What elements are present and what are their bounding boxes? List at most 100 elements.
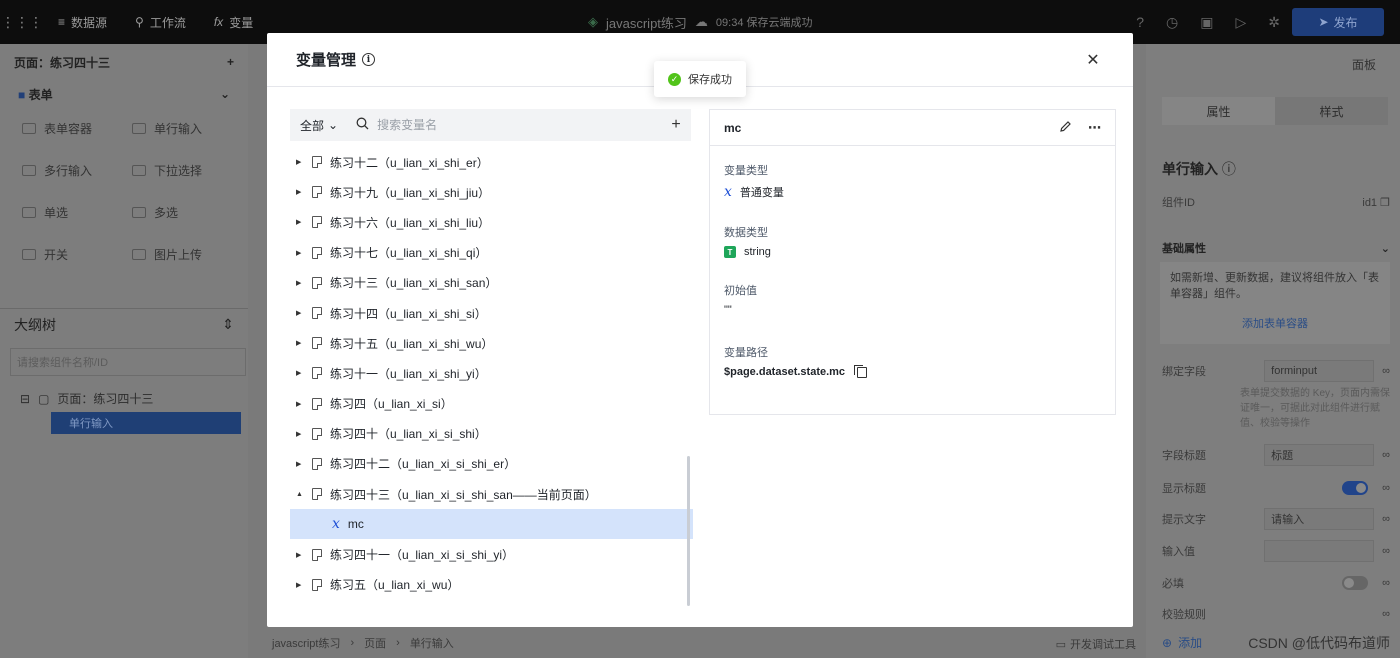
expand-collapse-icon: ⇕: [222, 316, 234, 332]
breadcrumb-item[interactable]: javascript练习: [272, 635, 340, 651]
show-title-toggle[interactable]: [1342, 481, 1369, 495]
placeholder-row: 提示文字 请输入 ∞: [1162, 508, 1390, 530]
component-item[interactable]: 多行输入: [14, 158, 124, 182]
show-title-row: 显示标题 ∞: [1162, 480, 1390, 496]
link-icon[interactable]: ∞: [1382, 608, 1390, 620]
link-icon[interactable]: ∞: [1382, 482, 1390, 494]
caret-right-icon: ▶: [296, 310, 302, 318]
component-item[interactable]: 开关: [14, 242, 124, 266]
component-item[interactable]: 表单容器: [14, 116, 124, 140]
dev-tools-button[interactable]: ▭ 开发调试工具: [1056, 636, 1136, 652]
panel-label[interactable]: 面板: [1352, 56, 1376, 73]
search-input[interactable]: [377, 118, 638, 132]
tree-scrollbar[interactable]: [687, 456, 690, 606]
tab-styles[interactable]: 样式: [1275, 97, 1388, 125]
tree-node-label: 练习十七（u_lian_xi_shi_qi）: [330, 246, 488, 261]
plus-icon: +: [671, 116, 681, 133]
link-icon[interactable]: ∞: [1382, 449, 1390, 461]
outline-selected-node[interactable]: 单行输入: [51, 412, 241, 434]
link-icon[interactable]: ∞: [1382, 365, 1390, 377]
variable-icon: x: [724, 184, 732, 200]
page-icon: [312, 216, 322, 229]
outline-page-node[interactable]: ⊟ ▢ 页面：练习四十三: [20, 390, 153, 407]
bind-field-row: 绑定字段 forminput ∞: [1162, 360, 1390, 382]
component-icon: [132, 164, 146, 176]
tree-node[interactable]: ▶ 练习四十（u_lian_xi_si_shi）: [290, 419, 693, 449]
component-item[interactable]: 单行输入: [124, 116, 234, 140]
component-icon: [22, 164, 36, 176]
copy-icon[interactable]: ❐: [1380, 197, 1390, 209]
link-icon[interactable]: ∞: [1382, 545, 1390, 557]
preview-icon[interactable]: ▷: [1235, 14, 1246, 31]
component-item[interactable]: 下拉选择: [124, 158, 234, 182]
add-page-icon[interactable]: +: [227, 55, 234, 69]
tree-node[interactable]: ▶ 练习四十二（u_lian_xi_si_shi_er）: [290, 449, 693, 479]
basic-props-header[interactable]: 基础属性 ⌄: [1162, 240, 1390, 256]
close-button[interactable]: ✕: [1083, 50, 1103, 70]
publish-button[interactable]: ➤ 发布: [1292, 8, 1384, 36]
tree-node[interactable]: ▶ 练习五（u_lian_xi_wu）: [290, 570, 693, 600]
tree-node-expanded[interactable]: ▲ 练习四十三（u_lian_xi_si_shi_san——当前页面）: [290, 479, 693, 509]
component-item[interactable]: 单选: [14, 200, 124, 224]
bind-field-input[interactable]: forminput: [1264, 360, 1375, 382]
breadcrumb-item[interactable]: 页面: [364, 635, 386, 651]
page-icon: [312, 276, 322, 289]
tree-node[interactable]: ▶ 练习十三（u_lian_xi_shi_san）: [290, 268, 693, 298]
component-item[interactable]: 多选: [124, 200, 234, 224]
outline-header[interactable]: 大纲树 ⇕: [0, 308, 248, 340]
component-label: 单选: [44, 205, 69, 220]
nav-datasource[interactable]: ≡ 数据源: [44, 14, 121, 31]
placeholder-input[interactable]: 请输入: [1264, 508, 1375, 530]
component-id-value: id1: [1362, 196, 1378, 209]
link-icon[interactable]: ∞: [1382, 577, 1390, 589]
more-icon[interactable]: ⋯: [1088, 120, 1101, 136]
tree-node[interactable]: ▶ 练习十二（u_lian_xi_shi_er）: [290, 147, 693, 177]
tree-node[interactable]: ▶ 练习十五（u_lian_xi_shi_wu）: [290, 328, 693, 358]
help-icon[interactable]: ?: [1136, 14, 1144, 30]
settings-icon[interactable]: ✲: [1268, 14, 1280, 31]
form-section-header[interactable]: ■ 表单 ⌄: [0, 80, 248, 108]
caret-right-icon: ▶: [296, 551, 302, 559]
input-value-input[interactable]: [1264, 540, 1375, 562]
tree-node[interactable]: ▶ 练习十九（u_lian_xi_shi_jiu）: [290, 177, 693, 207]
apps-grid-icon[interactable]: ⋮⋮⋮: [0, 0, 44, 44]
caret-right-icon: ▶: [296, 189, 302, 197]
component-label: 图片上传: [154, 247, 203, 262]
copy-icon[interactable]: [854, 364, 868, 378]
search-icon: [356, 117, 369, 133]
info-icon[interactable]: i: [362, 53, 376, 66]
component-item[interactable]: 图片上传: [124, 242, 234, 266]
required-toggle[interactable]: [1342, 576, 1369, 590]
save-icon[interactable]: ▣: [1200, 14, 1213, 31]
collapse-icon[interactable]: ⊟: [20, 392, 30, 406]
edit-icon[interactable]: [1059, 120, 1072, 136]
add-form-container-link[interactable]: 添加表单容器: [1170, 316, 1380, 332]
component-icon: [22, 122, 36, 134]
nav-variables[interactable]: fx 变量: [200, 14, 267, 31]
tree-node[interactable]: ▶ 练习十七（u_lian_xi_shi_qi）: [290, 238, 693, 268]
nav-workflow[interactable]: ⚲ 工作流: [121, 14, 200, 31]
tree-node-label: 练习四十一（u_lian_xi_si_shi_yi）: [330, 548, 515, 563]
add-variable-button[interactable]: +: [661, 116, 691, 134]
tree-node[interactable]: ▶ 练习四十一（u_lian_xi_si_shi_yi）: [290, 539, 693, 569]
tab-properties[interactable]: 属性: [1162, 97, 1275, 125]
breadcrumb-item[interactable]: 单行输入: [410, 635, 454, 651]
field-title-input[interactable]: 标题: [1264, 444, 1375, 466]
form-section-label: 表单: [28, 87, 53, 102]
page-icon: [312, 488, 322, 501]
link-icon[interactable]: ∞: [1382, 513, 1390, 525]
caret-right-icon: ▶: [296, 340, 302, 348]
add-button[interactable]: ⊕ 添加: [1162, 634, 1202, 651]
history-icon[interactable]: ◷: [1166, 14, 1178, 31]
variable-node-selected[interactable]: x mc: [290, 509, 693, 540]
tree-node[interactable]: ▶ 练习十四（u_lian_xi_shi_si）: [290, 298, 693, 328]
add-label: 添加: [1178, 636, 1203, 650]
right-panel: 面板 属性 样式 单行输入 ⓘ 组件ID id1 ❐ 基础属性 ⌄ 如需新增、更新数…: [1146, 44, 1400, 658]
scope-select[interactable]: 全部 ⌄: [290, 109, 348, 141]
tree-node[interactable]: ▶ 练习十六（u_lian_xi_shi_liu）: [290, 207, 693, 237]
outline-search-input[interactable]: 请搜索组件名称/ID: [10, 348, 246, 376]
page-selector[interactable]: 页面：练习四十三 +: [0, 44, 248, 80]
page-icon: [312, 457, 322, 470]
tree-node[interactable]: ▶ 练习十一（u_lian_xi_shi_yi）: [290, 358, 693, 388]
tree-node[interactable]: ▶ 练习四（u_lian_xi_si）: [290, 389, 693, 419]
